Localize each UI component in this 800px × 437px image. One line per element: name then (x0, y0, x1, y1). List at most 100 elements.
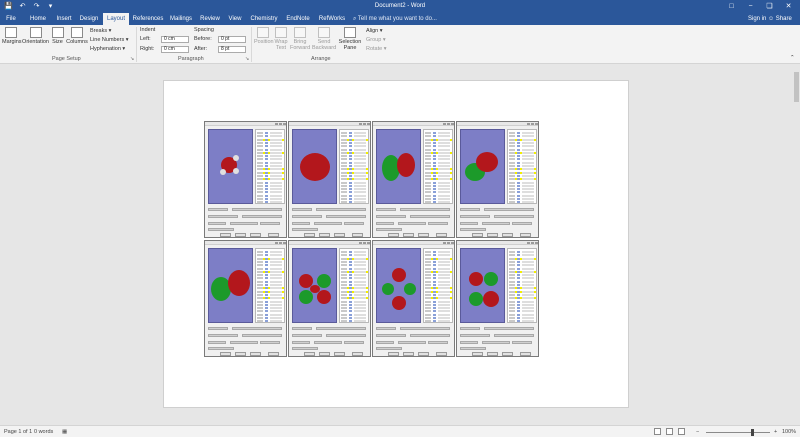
control-field[interactable] (230, 341, 258, 344)
list-item[interactable] (425, 158, 452, 161)
control-field[interactable] (292, 327, 312, 330)
control-field[interactable] (232, 327, 282, 330)
list-item[interactable] (341, 293, 368, 296)
list-item[interactable] (425, 155, 452, 158)
control-field[interactable] (292, 341, 310, 344)
control-field[interactable] (428, 341, 448, 344)
list-item[interactable] (509, 257, 536, 260)
control-field[interactable] (428, 222, 448, 225)
control-field[interactable] (482, 341, 510, 344)
wrap-text-button[interactable]: Wrap Text (274, 27, 288, 51)
control-field[interactable] (460, 228, 486, 231)
dialog-button[interactable] (319, 233, 330, 237)
page-setup-launcher-icon[interactable]: ↘ (130, 56, 134, 62)
dialog-button[interactable] (436, 233, 447, 237)
list-item[interactable] (509, 264, 536, 267)
list-item[interactable] (257, 181, 284, 184)
control-field[interactable] (376, 215, 406, 218)
list-item[interactable] (257, 270, 284, 273)
dialog-button[interactable] (319, 352, 330, 356)
list-item[interactable] (509, 201, 536, 204)
list-item[interactable] (257, 264, 284, 267)
list-item[interactable] (257, 151, 284, 154)
dialog-button[interactable] (352, 352, 363, 356)
list-item[interactable] (425, 148, 452, 151)
list-item[interactable] (509, 138, 536, 141)
list-item[interactable] (341, 267, 368, 270)
list-item[interactable] (509, 303, 536, 306)
list-item[interactable] (509, 155, 536, 158)
list-item[interactable] (509, 165, 536, 167)
list-item[interactable] (509, 135, 536, 138)
list-item[interactable] (509, 148, 536, 151)
list-item[interactable] (425, 317, 452, 319)
tell-me-search[interactable]: ⌕ Tell me what you want to do... (353, 13, 437, 25)
print-layout-icon[interactable] (666, 428, 673, 435)
breaks-button[interactable]: Breaks ▾ (90, 28, 111, 34)
orientation-button[interactable]: Orientation (22, 27, 49, 45)
list-item[interactable] (509, 141, 536, 144)
list-item[interactable] (341, 290, 368, 293)
list-item[interactable] (341, 148, 368, 151)
control-field[interactable] (484, 208, 534, 211)
list-item[interactable] (341, 260, 368, 263)
list-item[interactable] (341, 135, 368, 138)
list-item[interactable] (425, 274, 452, 277)
dialog-button[interactable] (520, 352, 531, 356)
control-field[interactable] (292, 208, 312, 211)
list-item[interactable] (509, 161, 536, 164)
list-item[interactable] (425, 174, 452, 177)
dialog-button[interactable] (250, 352, 261, 356)
list-item[interactable] (341, 174, 368, 177)
control-field[interactable] (208, 208, 228, 211)
list-item[interactable] (425, 171, 452, 174)
list-item[interactable] (425, 280, 452, 283)
tab-layout[interactable]: Layout (103, 13, 129, 25)
list-item[interactable] (509, 151, 536, 154)
list-item[interactable] (257, 267, 284, 270)
list-item[interactable] (257, 198, 284, 200)
list-item[interactable] (425, 198, 452, 200)
list-item[interactable] (341, 300, 368, 303)
control-field[interactable] (314, 341, 342, 344)
list-item[interactable] (257, 297, 284, 300)
list-item[interactable] (341, 274, 368, 277)
list-item[interactable] (425, 277, 452, 280)
dialog-button[interactable] (502, 352, 513, 356)
list-item[interactable] (257, 290, 284, 293)
dialog-button[interactable] (334, 352, 345, 356)
control-field[interactable] (482, 222, 510, 225)
tab-mailings[interactable]: Mailings (167, 13, 195, 25)
list-item[interactable] (425, 320, 452, 323)
list-item[interactable] (341, 320, 368, 323)
control-field[interactable] (344, 341, 364, 344)
control-field[interactable] (376, 347, 402, 350)
list-item[interactable] (257, 254, 284, 257)
control-field[interactable] (460, 208, 480, 211)
dialog-button[interactable] (502, 233, 513, 237)
orbital-screenshot[interactable] (288, 121, 371, 238)
list-item[interactable] (425, 297, 452, 300)
list-item[interactable] (341, 303, 368, 306)
control-field[interactable] (292, 347, 318, 350)
list-item[interactable] (257, 188, 284, 191)
zoom-level[interactable]: 100% (782, 429, 796, 435)
control-field[interactable] (292, 215, 322, 218)
list-item[interactable] (341, 307, 368, 310)
list-item[interactable] (509, 310, 536, 313)
control-field[interactable] (344, 222, 364, 225)
orbital-screenshot[interactable] (456, 240, 539, 357)
control-field[interactable] (494, 215, 534, 218)
control-field[interactable] (376, 222, 394, 225)
tab-insert[interactable]: Insert (53, 13, 75, 25)
dialog-button[interactable] (334, 233, 345, 237)
list-item[interactable] (425, 293, 452, 296)
tab-home[interactable]: Home (27, 13, 49, 25)
list-item[interactable] (341, 188, 368, 191)
list-item[interactable] (257, 310, 284, 313)
control-field[interactable] (314, 222, 342, 225)
dialog-button[interactable] (268, 352, 279, 356)
list-item[interactable] (341, 287, 368, 290)
restore-icon[interactable]: ❏ (760, 0, 779, 13)
list-item[interactable] (341, 181, 368, 184)
